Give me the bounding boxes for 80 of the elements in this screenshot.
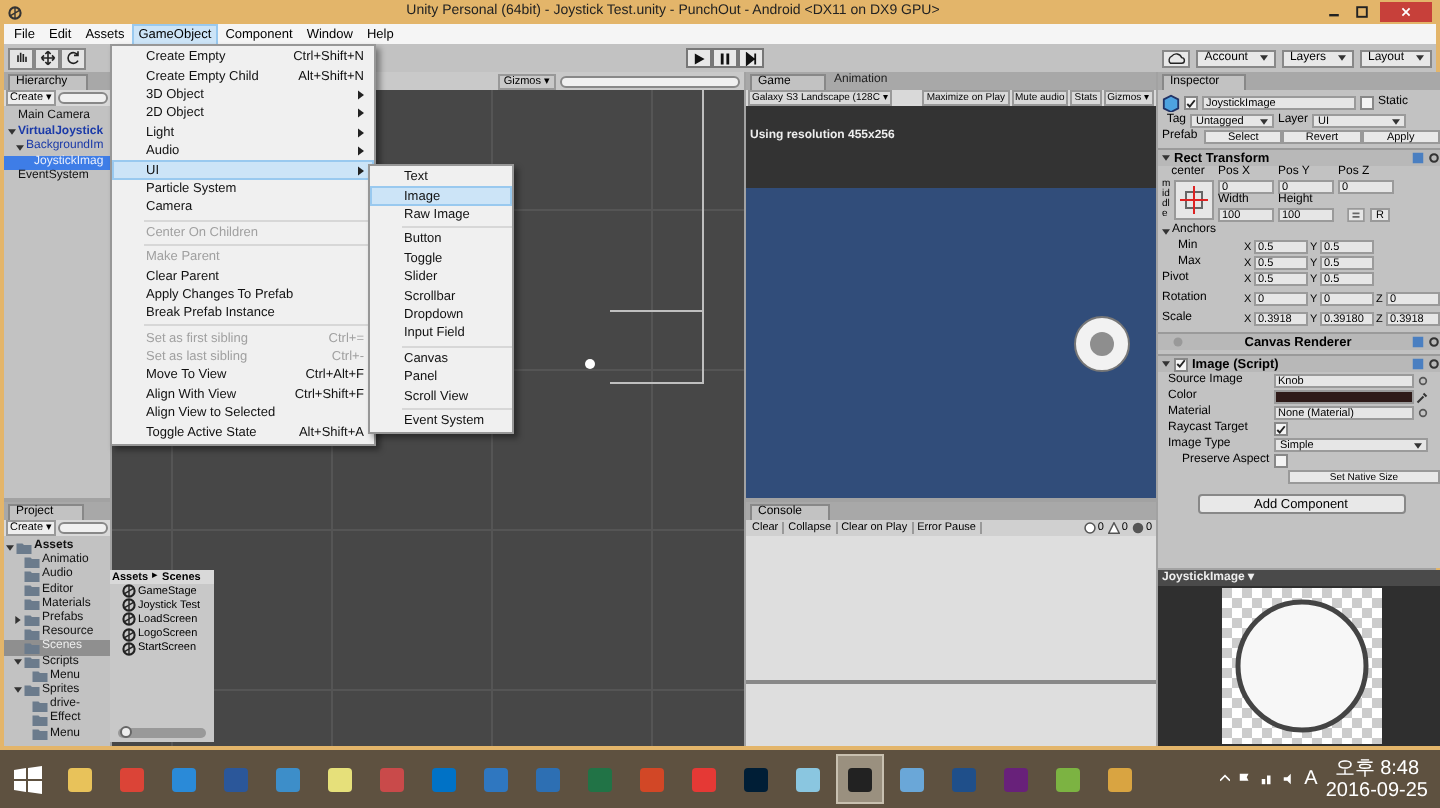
search-field[interactable] bbox=[58, 522, 108, 534]
app-tile-icon bbox=[898, 765, 926, 793]
step-button[interactable] bbox=[737, 48, 764, 68]
search-field[interactable] bbox=[560, 75, 740, 87]
play-icon bbox=[691, 51, 706, 65]
app-tile-icon bbox=[638, 765, 666, 793]
app-tile-icon bbox=[1054, 765, 1082, 793]
tool-button[interactable] bbox=[34, 47, 60, 69]
windows-logo-icon[interactable] bbox=[12, 763, 44, 795]
tool-button[interactable] bbox=[8, 47, 34, 69]
app-tile-icon bbox=[378, 765, 406, 793]
search-field[interactable] bbox=[58, 92, 108, 104]
folder-icon bbox=[66, 765, 94, 793]
eyedropper-icon[interactable] bbox=[1416, 391, 1428, 403]
volume-icon[interactable] bbox=[1282, 772, 1297, 786]
tool-button[interactable] bbox=[60, 47, 86, 69]
anchor-preset-button[interactable] bbox=[1174, 180, 1214, 220]
pause-icon bbox=[717, 51, 732, 65]
component-checkbox[interactable] bbox=[1174, 357, 1188, 371]
zoom-slider[interactable] bbox=[118, 728, 206, 738]
app-tile-icon bbox=[222, 765, 250, 793]
app-tile-icon bbox=[326, 765, 354, 793]
object-picker-icon[interactable] bbox=[1418, 376, 1428, 386]
app-tile-icon bbox=[430, 765, 458, 793]
dropdown-arrow-icon bbox=[1337, 54, 1346, 62]
show-hidden-icons-icon[interactable] bbox=[1220, 774, 1231, 784]
flag-icon[interactable] bbox=[1238, 772, 1253, 786]
info-icon bbox=[1083, 522, 1096, 534]
play-button[interactable] bbox=[685, 48, 712, 68]
unity-logo-icon bbox=[8, 5, 22, 19]
raycast-checkbox[interactable] bbox=[1274, 422, 1288, 436]
maximize-icon[interactable] bbox=[1352, 4, 1372, 20]
image-handle-icon bbox=[584, 358, 596, 370]
dropdown-arrow-icon bbox=[1260, 117, 1268, 125]
taskbar-button[interactable] bbox=[836, 754, 884, 804]
expanded-arrow-icon[interactable] bbox=[14, 658, 22, 667]
gameobject-cube-icon bbox=[1162, 94, 1180, 112]
static-checkbox[interactable] bbox=[1360, 96, 1374, 110]
app-tile-icon bbox=[170, 765, 198, 793]
close-icon bbox=[1400, 6, 1412, 18]
cloud-icon[interactable] bbox=[1162, 49, 1191, 67]
app-tile-icon bbox=[534, 765, 562, 793]
hand-tool-icon bbox=[13, 50, 29, 66]
app-tile-icon bbox=[950, 765, 978, 793]
blueprint-mode-button[interactable] bbox=[1346, 208, 1366, 222]
app-tile-icon bbox=[274, 765, 302, 793]
dropdown-arrow-icon bbox=[1259, 54, 1268, 62]
expanded-arrow-icon[interactable] bbox=[6, 543, 14, 552]
app-tile-icon bbox=[586, 765, 614, 793]
input-method-indicator[interactable]: A bbox=[1304, 764, 1318, 794]
collapsed-arrow-icon[interactable] bbox=[14, 615, 22, 624]
clock[interactable]: 오후 8:48 2016-09-25 bbox=[1325, 757, 1428, 801]
expanded-arrow-icon[interactable] bbox=[14, 686, 22, 695]
slider-thumb[interactable] bbox=[120, 726, 133, 738]
app-tile-icon bbox=[1106, 765, 1134, 793]
app-tile-icon bbox=[846, 765, 874, 793]
expanded-arrow-icon[interactable] bbox=[1162, 154, 1170, 162]
error-icon bbox=[1131, 522, 1144, 534]
app-tile-icon bbox=[118, 765, 146, 793]
rotate-tool-icon bbox=[65, 50, 81, 66]
preserve-checkbox[interactable] bbox=[1274, 454, 1288, 468]
app-tile-icon bbox=[1002, 765, 1030, 793]
color-swatch[interactable] bbox=[1274, 390, 1414, 404]
dropdown-arrow-icon bbox=[1414, 441, 1422, 449]
expanded-arrow-icon[interactable] bbox=[1162, 360, 1170, 368]
expanded-arrow-icon[interactable] bbox=[1162, 227, 1170, 235]
active-checkbox[interactable] bbox=[1184, 96, 1198, 110]
app-tile-icon bbox=[794, 765, 822, 793]
dropdown-arrow-icon bbox=[1416, 54, 1424, 62]
move-tool-icon bbox=[39, 50, 55, 66]
object-picker-icon[interactable] bbox=[1418, 408, 1428, 418]
app-tile-icon bbox=[742, 765, 770, 793]
network-icon[interactable] bbox=[1260, 772, 1275, 786]
app-tile-icon bbox=[482, 765, 510, 793]
step-icon bbox=[743, 51, 758, 65]
app-tile-icon bbox=[690, 765, 718, 793]
dropdown-arrow-icon bbox=[1392, 117, 1401, 125]
pause-button[interactable] bbox=[711, 48, 738, 68]
joystick-knob-icon bbox=[1072, 313, 1132, 373]
settings-icon[interactable] bbox=[1428, 152, 1440, 164]
